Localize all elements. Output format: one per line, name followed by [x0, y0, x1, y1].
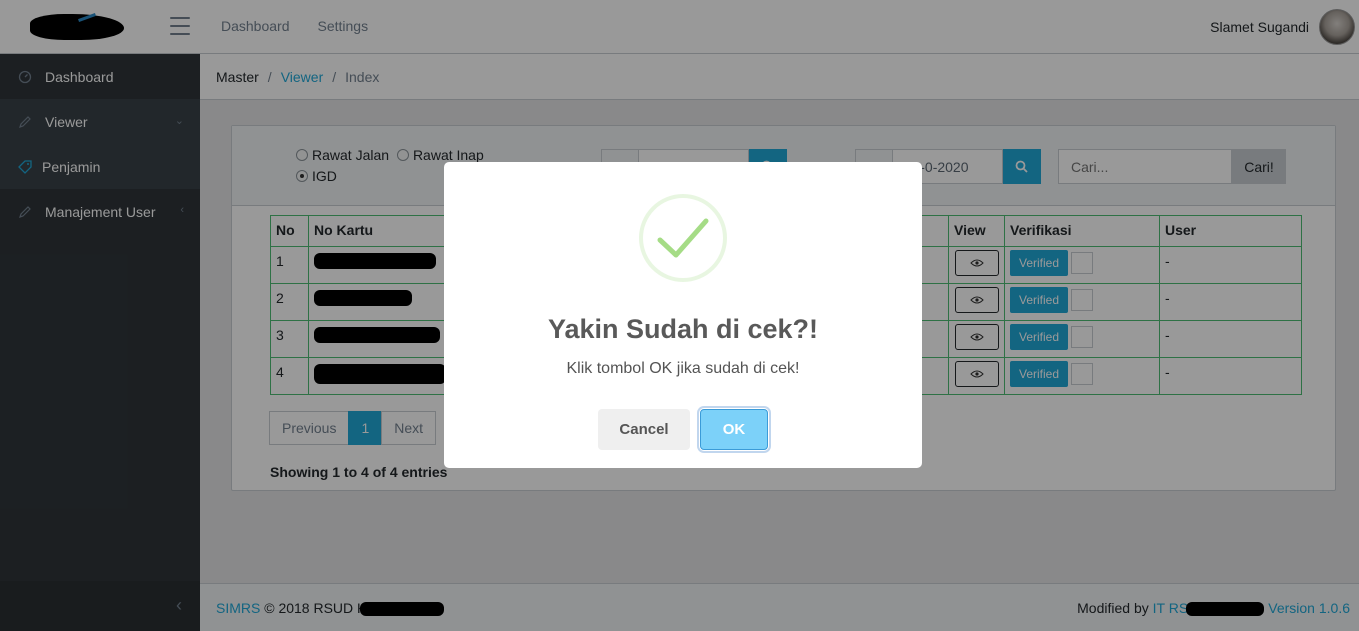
ok-button[interactable]: OK — [700, 409, 768, 450]
dialog-text: Klik tombol OK jika sudah di cek! — [566, 360, 800, 377]
cancel-button[interactable]: Cancel — [598, 409, 690, 450]
confirm-dialog: Yakin Sudah di cek?! Klik tombol OK jika… — [444, 162, 922, 468]
dialog-actions: Cancel OK — [444, 409, 922, 450]
dialog-title: Yakin Sudah di cek?! — [547, 314, 819, 344]
success-check-icon — [639, 194, 727, 282]
